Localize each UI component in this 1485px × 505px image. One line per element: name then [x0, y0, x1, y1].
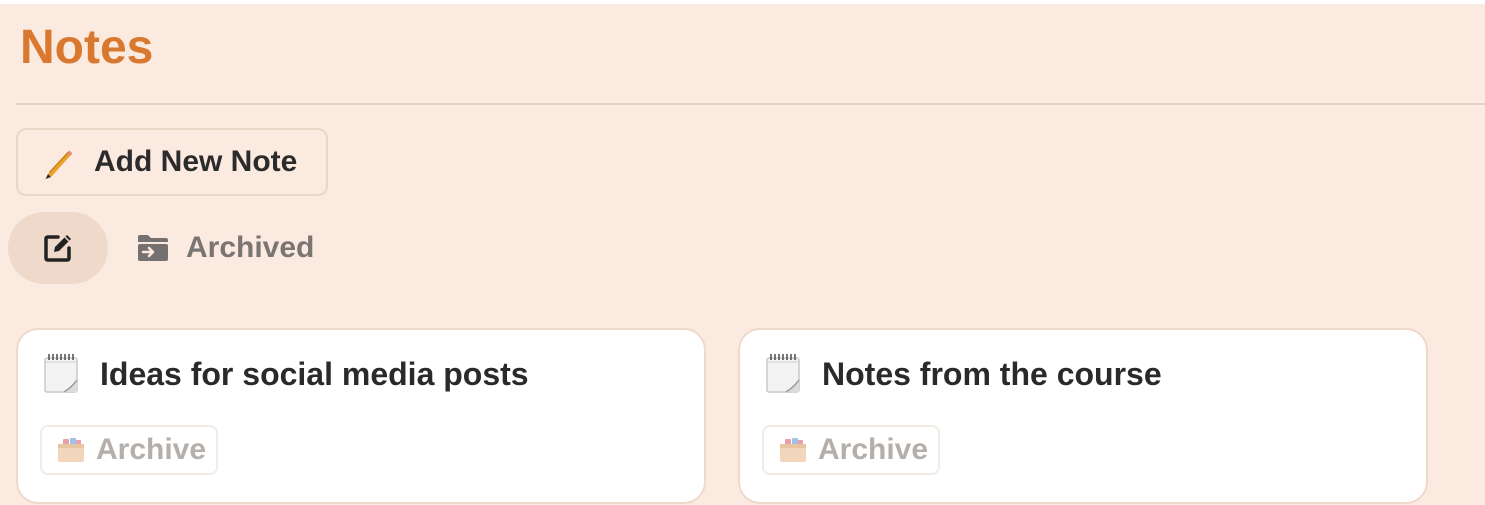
edit-square-icon: [41, 231, 75, 265]
pencil-icon: [40, 144, 76, 180]
notes-page: Notes Add New Note Archived Ideas for so…: [0, 4, 1485, 505]
tab-notes[interactable]: [8, 212, 108, 284]
archive-label: Archive: [96, 433, 207, 466]
folder-archive-icon: [136, 233, 170, 263]
card-file-box-icon: [778, 436, 808, 464]
spiral-notepad-icon: [764, 352, 802, 394]
note-card[interactable]: Notes from the course Archive: [738, 328, 1428, 504]
add-new-note-button[interactable]: Add New Note: [16, 128, 328, 196]
note-title: Notes from the course: [822, 356, 1162, 392]
archive-label: Archive: [818, 433, 929, 466]
archive-button[interactable]: Archive: [40, 425, 218, 475]
page-title: Notes: [20, 21, 154, 74]
header-divider: [16, 103, 1485, 105]
card-file-box-icon: [56, 436, 86, 464]
archive-button[interactable]: Archive: [762, 425, 940, 475]
note-card[interactable]: Ideas for social media posts Archive: [16, 328, 706, 504]
add-new-note-label: Add New Note: [94, 145, 298, 178]
tab-archived[interactable]: Archived: [136, 224, 314, 272]
note-title: Ideas for social media posts: [100, 356, 529, 392]
tab-archived-label: Archived: [186, 231, 315, 264]
spiral-notepad-icon: [42, 352, 80, 394]
